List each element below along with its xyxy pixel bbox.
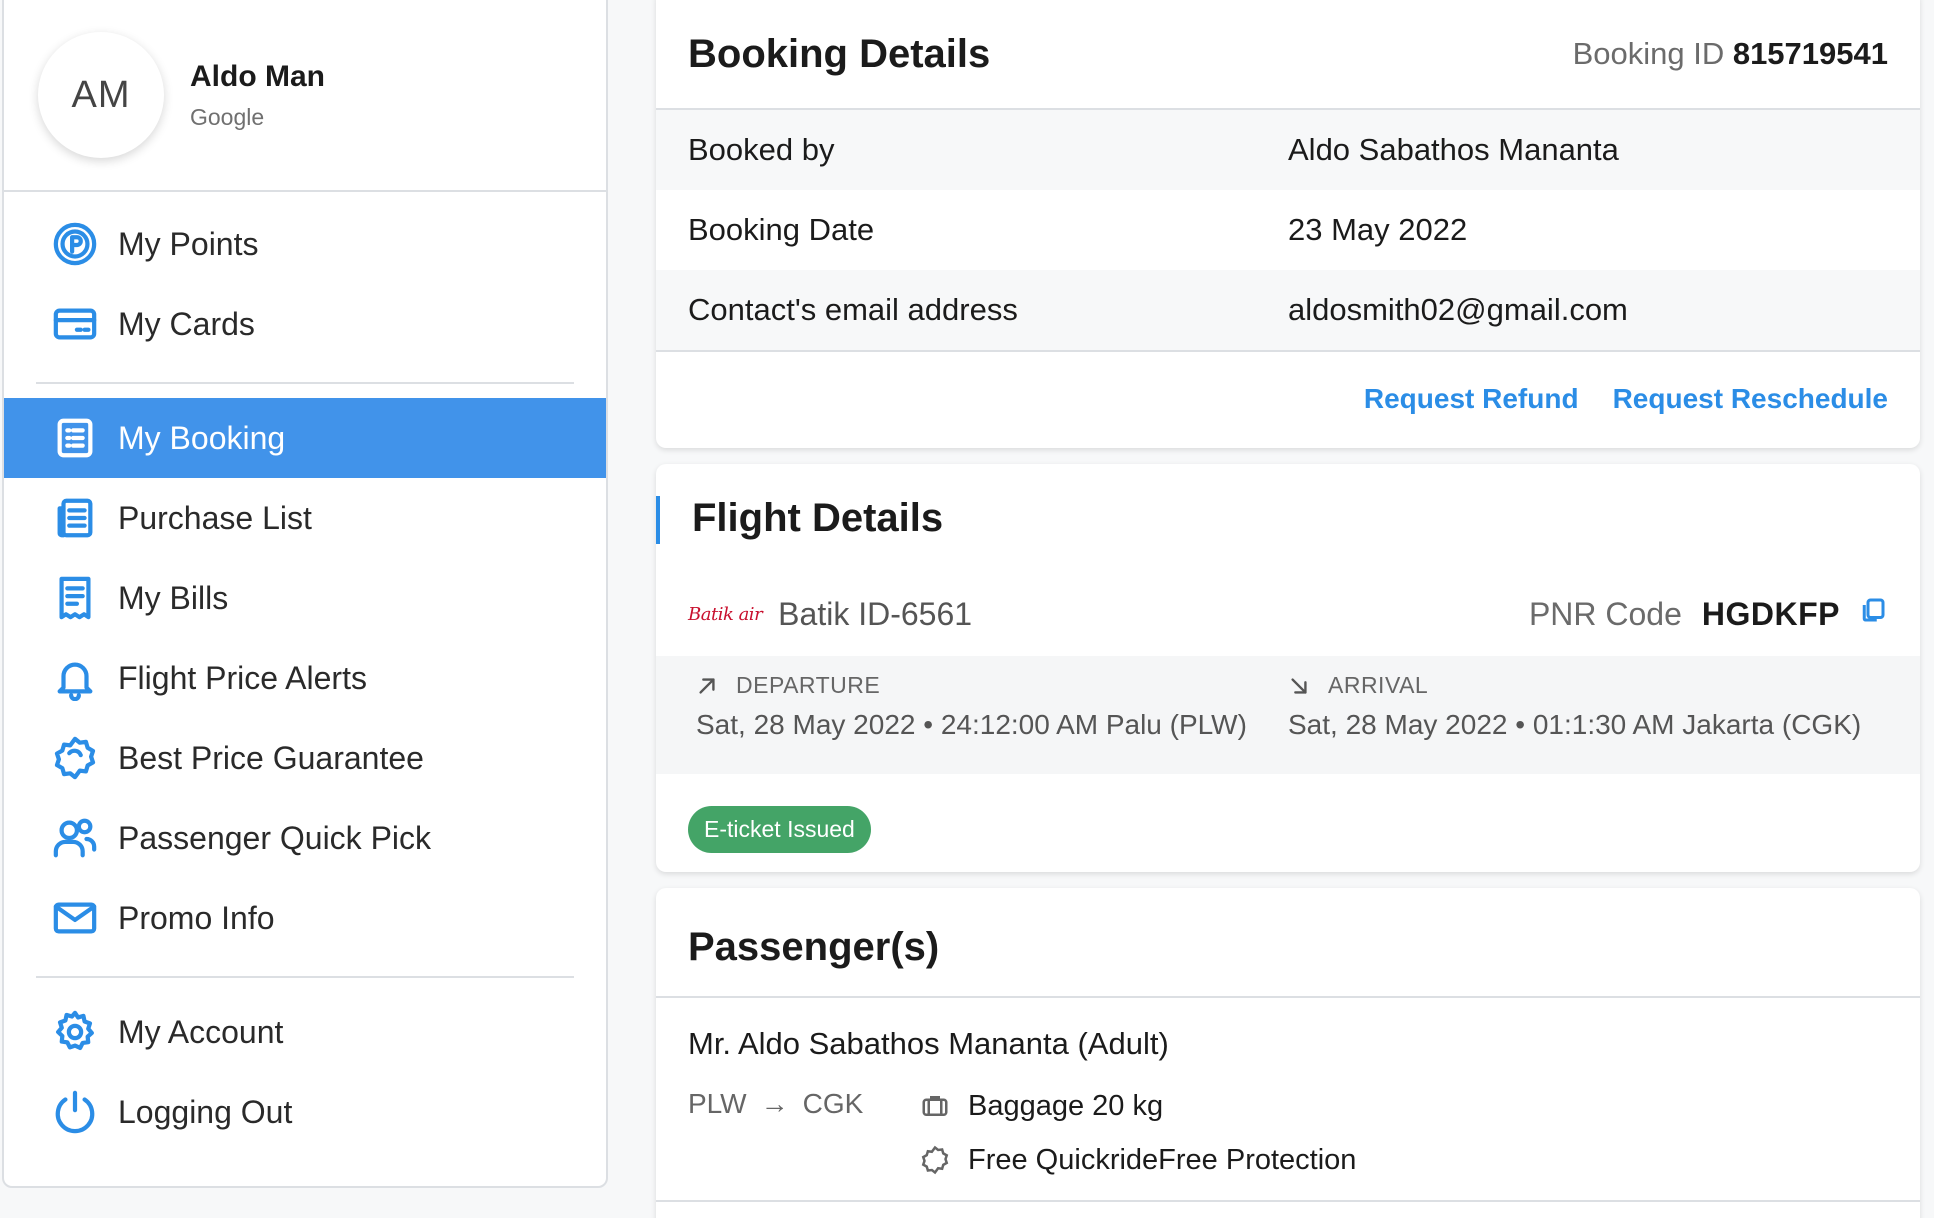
sidebar-item-best-price-guarantee[interactable]: Best Price Guarantee bbox=[4, 718, 606, 798]
info-row-booked-by: Booked by Aldo Sabathos Mananta bbox=[656, 110, 1920, 190]
info-value: aldosmith02@gmail.com bbox=[1288, 292, 1628, 327]
users-icon bbox=[52, 815, 98, 861]
sidebar-item-label: Promo Info bbox=[118, 899, 275, 936]
route-from: PLW bbox=[688, 1088, 747, 1119]
pnr-value: HGDKFP bbox=[1701, 595, 1840, 632]
sidebar-item-label: Passenger Quick Pick bbox=[118, 819, 432, 856]
request-refund-link[interactable]: Request Refund bbox=[1364, 383, 1579, 415]
status-badge: E-ticket Issued bbox=[688, 806, 871, 853]
card-icon bbox=[52, 301, 98, 347]
arrow-up-right-icon bbox=[699, 677, 715, 694]
booking-details-title: Booking Details bbox=[688, 31, 991, 76]
mail-icon bbox=[52, 895, 98, 941]
passenger-name: Mr. Aldo Sabathos Mananta (Adult) bbox=[688, 1026, 1169, 1061]
sidebar-item-logging-out[interactable]: Logging Out bbox=[4, 1072, 606, 1152]
info-value: Aldo Sabathos Mananta bbox=[1288, 132, 1619, 167]
passenger-route: PLW → CGK bbox=[688, 1086, 920, 1122]
sidebar-item-label: My Bills bbox=[118, 579, 229, 616]
sidebar-item-label: Flight Price Alerts bbox=[118, 659, 367, 696]
request-reschedule-link[interactable]: Request Reschedule bbox=[1613, 383, 1888, 415]
info-label: Contact's email address bbox=[688, 292, 1018, 327]
passengers-title: Passenger(s) bbox=[688, 924, 940, 969]
arrival-label: ARRIVAL bbox=[1328, 672, 1429, 698]
protection-label: Free QuickrideFree Protection bbox=[968, 1143, 1357, 1176]
booking-id: Booking ID 815719541 bbox=[1573, 36, 1888, 72]
flight-details-card: Flight Details Batik air Batik ID-6561 P… bbox=[656, 464, 1920, 872]
profile-name: Aldo Man bbox=[190, 59, 325, 93]
airline-flight-number: Batik ID-6561 bbox=[778, 595, 973, 632]
protection-badge-icon bbox=[921, 1145, 949, 1175]
airline-logo: Batik air bbox=[688, 603, 763, 625]
points-icon bbox=[52, 221, 98, 267]
protection-info: Free QuickrideFree Protection bbox=[920, 1140, 1356, 1180]
sidebar: AM Aldo Man Google My Points My Cards My… bbox=[2, 0, 608, 1188]
sidebar-item-passenger-quick-pick[interactable]: Passenger Quick Pick bbox=[4, 798, 606, 878]
copy-icon[interactable] bbox=[1858, 595, 1888, 633]
sidebar-item-my-points[interactable]: My Points bbox=[4, 204, 606, 284]
sidebar-item-purchase-list[interactable]: Purchase List bbox=[4, 478, 606, 558]
passengers-header: Passenger(s) bbox=[656, 888, 1920, 998]
passenger-divider bbox=[656, 1200, 1920, 1202]
purchase-list-icon bbox=[52, 495, 98, 541]
info-row-booking-date: Booking Date 23 May 2022 bbox=[656, 190, 1920, 270]
profile-header: AM Aldo Man Google bbox=[4, 0, 606, 192]
menu-group-rewards: My Points My Cards bbox=[4, 192, 606, 376]
flight-details-title: Flight Details bbox=[656, 464, 1920, 572]
passengers-card: Passenger(s) Mr. Aldo Sabathos Mananta (… bbox=[656, 888, 1920, 1218]
info-value: 23 May 2022 bbox=[1288, 212, 1468, 247]
passenger-details: PLW → CGK Baggage 20 kg Free QuickrideFr… bbox=[656, 1062, 1920, 1194]
sidebar-item-label: My Points bbox=[118, 225, 259, 262]
arrival-info: ARRIVAL Sat, 28 May 2022 • 01:1:30 AM Ja… bbox=[1288, 672, 1880, 774]
route-to: CGK bbox=[802, 1088, 864, 1119]
pnr-code: PNR Code HGDKFP bbox=[1529, 595, 1888, 633]
route-box: DEPARTURE Sat, 28 May 2022 • 24:12:00 AM… bbox=[656, 656, 1920, 774]
booking-id-value: 815719541 bbox=[1732, 36, 1888, 71]
avatar[interactable]: AM bbox=[38, 32, 164, 158]
bell-icon bbox=[52, 655, 98, 701]
booking-details-header: Booking Details Booking ID 815719541 bbox=[656, 0, 1920, 110]
sidebar-item-promo-info[interactable]: Promo Info bbox=[4, 878, 606, 958]
menu-group-account: My Account Logging Out bbox=[4, 984, 606, 1164]
arrow-right-icon: → bbox=[760, 1088, 789, 1119]
sidebar-item-label: Best Price Guarantee bbox=[118, 739, 424, 776]
sidebar-item-label: My Cards bbox=[118, 305, 255, 342]
sidebar-divider bbox=[36, 382, 574, 384]
sidebar-divider bbox=[36, 976, 574, 978]
sidebar-item-my-account[interactable]: My Account bbox=[4, 992, 606, 1072]
baggage-info: Baggage 20 kg bbox=[920, 1086, 1356, 1126]
departure-detail: Sat, 28 May 2022 • 24:12:00 AM Palu (PLW… bbox=[696, 709, 1247, 740]
profile-provider: Google bbox=[190, 103, 265, 130]
booking-actions: Request Refund Request Reschedule bbox=[656, 350, 1920, 446]
sidebar-item-label: Logging Out bbox=[118, 1093, 293, 1130]
menu-group-main: My Booking Purchase List My Bills Flight… bbox=[4, 390, 606, 970]
bills-icon bbox=[52, 575, 98, 621]
sidebar-item-label: Purchase List bbox=[118, 499, 312, 536]
pnr-label: PNR Code bbox=[1528, 595, 1682, 632]
sidebar-item-label: My Account bbox=[118, 1013, 284, 1050]
info-row-contact-email: Contact's email address aldosmith02@gmai… bbox=[656, 270, 1920, 350]
departure-info: DEPARTURE Sat, 28 May 2022 • 24:12:00 AM… bbox=[696, 672, 1288, 774]
power-icon bbox=[52, 1089, 98, 1135]
sidebar-item-my-cards[interactable]: My Cards bbox=[4, 284, 606, 364]
baggage-label: Baggage 20 kg bbox=[968, 1089, 1164, 1122]
info-label: Booking Date bbox=[688, 212, 875, 247]
sidebar-item-flight-price-alerts[interactable]: Flight Price Alerts bbox=[4, 638, 606, 718]
booking-icon bbox=[52, 415, 98, 461]
baggage-icon bbox=[922, 1096, 948, 1116]
gear-icon bbox=[52, 1009, 98, 1055]
departure-label: DEPARTURE bbox=[736, 672, 881, 698]
info-label: Booked by bbox=[688, 132, 835, 167]
sidebar-item-label: My Booking bbox=[118, 419, 286, 456]
booking-details-card: Booking Details Booking ID 815719541 Boo… bbox=[656, 0, 1920, 448]
arrow-down-right-icon bbox=[1291, 677, 1307, 694]
sidebar-item-my-bills[interactable]: My Bills bbox=[4, 558, 606, 638]
booking-id-label: Booking ID bbox=[1572, 36, 1725, 71]
airline-row: Batik air Batik ID-6561 PNR Code HGDKFP bbox=[656, 572, 1920, 656]
badge-icon bbox=[52, 735, 98, 781]
sidebar-item-my-booking[interactable]: My Booking bbox=[4, 398, 606, 478]
arrival-detail: Sat, 28 May 2022 • 01:1:30 AM Jakarta (C… bbox=[1288, 709, 1862, 740]
